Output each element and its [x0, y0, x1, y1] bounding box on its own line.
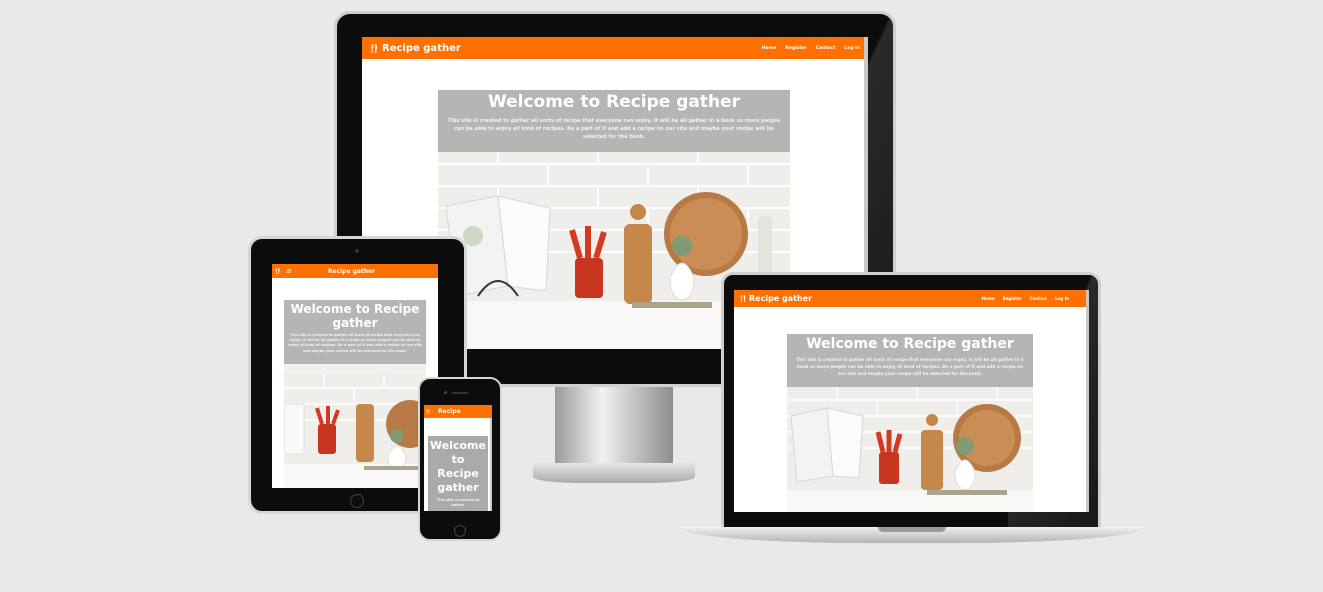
- nav-login-link[interactable]: Log In: [1055, 296, 1069, 301]
- phone-speaker: [452, 392, 468, 394]
- fork-knife-icon: [426, 409, 430, 414]
- hero-section: Welcome to Recipe gather This site is cr…: [787, 334, 1033, 512]
- fork-knife-icon: [275, 268, 280, 274]
- hero-title: Welcome to Recipe gather: [487, 92, 741, 112]
- navbar: Recipe gather Home Register Contact Log …: [734, 290, 1089, 307]
- hero-title: Welcome to Recipe gather: [290, 302, 420, 330]
- hero-section: Welcome to Recipe gather This site is cr…: [284, 300, 426, 488]
- nav-register-link[interactable]: Register: [785, 46, 806, 51]
- hero-text-box: Welcome to Recipe gather This site is cr…: [438, 90, 790, 152]
- hero-section: Welcome to Recipe gather This site is cr…: [428, 436, 488, 511]
- tablet-home-button[interactable]: [350, 494, 364, 508]
- navbar: Recipe: [424, 405, 492, 418]
- hero-body: This site is created to gather all sorts…: [288, 333, 422, 353]
- monitor-base: [533, 463, 695, 483]
- kitchen-photo: [284, 374, 426, 488]
- fork-knife-icon: [371, 43, 378, 53]
- navbar: ≡ Recipe gather: [272, 264, 438, 278]
- brand-name: Recipe gather: [327, 267, 376, 275]
- fork-knife-icon: [740, 295, 746, 302]
- nav-home-link[interactable]: Home: [762, 46, 777, 51]
- scrollbar[interactable]: [1086, 290, 1089, 512]
- brand-name: Recipe: [438, 408, 461, 415]
- laptop-screen: Recipe gather Home Register Contact Log …: [734, 290, 1089, 512]
- hero-title: Welcome to Recipe gather: [430, 439, 486, 494]
- hero-text-box: Welcome to Recipe gather This site is cr…: [787, 334, 1033, 387]
- brand[interactable]: Recipe gather: [370, 43, 461, 54]
- tablet-camera: [355, 249, 359, 253]
- nav-home-link[interactable]: Home: [982, 296, 995, 301]
- nav-contact-link[interactable]: Contact: [816, 46, 836, 51]
- laptop-notch: [878, 527, 946, 532]
- tablet-screen: ≡ Recipe gather Welcome to Recipe gather…: [272, 264, 438, 488]
- hero-body: This site is created to gather all sorts…: [447, 118, 781, 140]
- brand[interactable]: Recipe gather: [740, 294, 812, 303]
- phone-camera: [444, 391, 447, 394]
- navbar: Recipe gather Home Register Contact Log …: [362, 37, 868, 59]
- kitchen-photo: [787, 386, 1033, 512]
- scrollbar[interactable]: [490, 418, 492, 511]
- phone-home-button[interactable]: [454, 525, 466, 537]
- nav-contact-link[interactable]: Contact: [1030, 296, 1047, 301]
- hamburger-menu-icon[interactable]: ≡: [286, 267, 292, 275]
- nav-register-link[interactable]: Register: [1003, 296, 1022, 301]
- hero-title: Welcome to Recipe gather: [806, 336, 1014, 352]
- hero-body: This site is created to gather: [436, 498, 480, 507]
- monitor-neck: [555, 387, 673, 467]
- hero-text-box: Welcome to Recipe gather This site is cr…: [284, 300, 426, 364]
- brand-name: Recipe gather: [382, 42, 461, 54]
- hero-body: This site is created to gather all sorts…: [796, 357, 1024, 376]
- phone-screen: Recipe Welcome to Recipe gather This sit…: [424, 405, 492, 511]
- nav-login-link[interactable]: Log In: [844, 46, 860, 51]
- brand-name: Recipe gather: [749, 294, 813, 303]
- hero-text-box: Welcome to Recipe gather This site is cr…: [428, 436, 488, 511]
